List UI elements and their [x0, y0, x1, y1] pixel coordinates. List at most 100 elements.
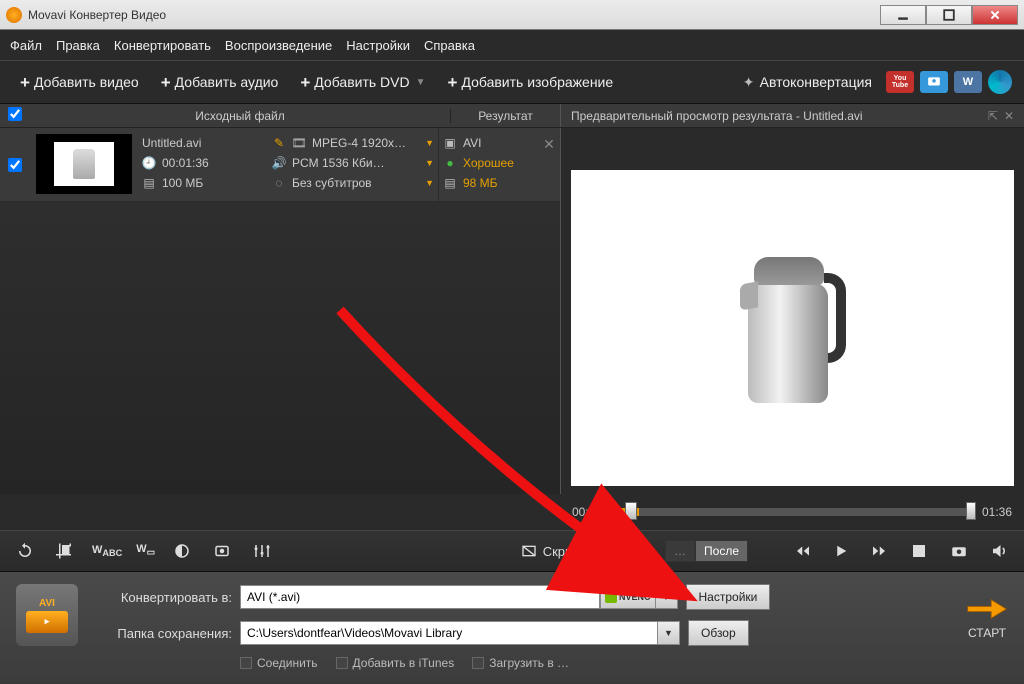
file-out-container: AVI — [463, 136, 481, 150]
menu-play[interactable]: Воспроизведение — [225, 38, 332, 53]
format-settings-button[interactable]: Настройки — [686, 584, 771, 610]
header-source: Исходный файл — [30, 109, 450, 123]
film-icon: 🎞 — [292, 136, 306, 150]
file-duration: 00:01:36 — [162, 156, 209, 170]
format-dropdown-icon[interactable]: ▼ — [656, 585, 678, 609]
stabilize-icon[interactable] — [209, 538, 235, 564]
facebook-icon[interactable] — [920, 71, 948, 93]
file-remove-icon[interactable]: ✕ — [538, 128, 560, 201]
prev-frame-icon[interactable] — [790, 538, 816, 564]
timeline-slider[interactable] — [610, 508, 974, 516]
preview-close-icon[interactable]: ✕ — [1004, 109, 1014, 123]
timeline-knob[interactable] — [625, 502, 637, 520]
file-out-size[interactable]: 98 МБ — [463, 176, 498, 190]
pin-icon[interactable]: ⇱ — [988, 109, 998, 123]
crop-icon[interactable] — [52, 538, 78, 564]
file-checkbox[interactable] — [8, 158, 22, 172]
file-audio-format: PCM 1536 Кби… — [292, 156, 385, 170]
add-dvd-button[interactable]: +Добавить DVD▼ — [292, 70, 433, 95]
fullscreen-icon[interactable] — [906, 538, 932, 564]
add-image-button[interactable]: +Добавить изображение — [440, 70, 622, 95]
snapshot-icon[interactable] — [946, 538, 972, 564]
share-icons: YouTube W — [886, 70, 1012, 94]
add-video-button[interactable]: +Добавить видео — [12, 70, 147, 95]
file-name: Untitled.avi — [142, 136, 201, 150]
timeline-end: 01:36 — [982, 505, 1012, 519]
disk-icon: ▤ — [142, 176, 156, 190]
add-audio-button[interactable]: +Добавить аудио — [153, 70, 287, 95]
hide-player-button[interactable]: Скрыть плеер — [521, 543, 627, 559]
subtitles-icon: ◌ — [272, 176, 286, 190]
main-area: Untitled.avi 🕘00:01:36 ▤100 МБ ✎🎞MPEG-4 … — [0, 128, 1024, 494]
preview-canvas — [571, 170, 1014, 486]
start-button[interactable]: СТАРТ — [966, 596, 1008, 640]
audio-format-dropdown[interactable]: ▼ — [425, 158, 434, 168]
file-thumbnail — [36, 134, 132, 194]
speaker-icon: 🔊 — [272, 156, 286, 170]
video-format-dropdown[interactable]: ▼ — [425, 138, 434, 148]
join-checkbox[interactable]: Соединить — [240, 656, 318, 670]
select-all-checkbox[interactable] — [8, 107, 22, 121]
next-frame-icon[interactable] — [866, 538, 892, 564]
save-path-input[interactable] — [240, 621, 658, 645]
itunes-checkbox[interactable]: Добавить в iTunes — [336, 656, 455, 670]
playback-controls — [790, 538, 892, 564]
file-row[interactable]: Untitled.avi 🕘00:01:36 ▤100 МБ ✎🎞MPEG-4 … — [0, 128, 560, 202]
header-result: Результат — [450, 109, 560, 123]
controls-bar: WABC W▭ Скрыть плеер … После — [0, 530, 1024, 572]
main-toolbar: +Добавить видео +Добавить аудио +Добавит… — [0, 60, 1024, 104]
menu-settings[interactable]: Настройки — [346, 38, 410, 53]
nvenc-badge[interactable]: NVENC — [600, 585, 656, 609]
minimize-button[interactable] — [880, 5, 926, 25]
column-headers: Исходный файл Результат Предварительный … — [0, 104, 1024, 128]
file-list-empty-space — [0, 202, 560, 494]
vk-icon[interactable]: W — [954, 71, 982, 93]
timeline-start: 00:00 — [572, 505, 602, 519]
menu-bar: Файл Правка Конвертировать Воспроизведен… — [0, 30, 1024, 60]
equalizer-icon[interactable] — [249, 538, 275, 564]
file-result-info: ▣AVI ●Хорошее ▤98 МБ — [438, 128, 538, 201]
start-arrow-icon — [966, 596, 1008, 622]
disk-out-icon: ▤ — [443, 176, 457, 190]
rotate-icon[interactable] — [12, 538, 38, 564]
magic-icon: ✦ — [742, 75, 756, 89]
volume-icon[interactable] — [986, 538, 1012, 564]
upload-checkbox[interactable]: Загрузить в … — [472, 656, 569, 670]
window-buttons — [880, 5, 1018, 25]
browse-button[interactable]: Обзор — [688, 620, 749, 646]
brightness-icon[interactable] — [169, 538, 195, 564]
before-after-toggle[interactable]: … После — [665, 540, 748, 562]
save-path-dropdown-icon[interactable]: ▼ — [658, 621, 680, 645]
pencil-icon[interactable]: ✎ — [272, 136, 286, 150]
menu-convert[interactable]: Конвертировать — [114, 38, 211, 53]
app-icon — [6, 7, 22, 23]
window-titlebar: Movavi Конвертер Видео — [0, 0, 1024, 30]
save-to-row: Папка сохранения: ▼ Обзор — [92, 620, 944, 646]
reel-icon[interactable] — [988, 70, 1012, 94]
format-combo[interactable] — [240, 585, 600, 609]
timeline-endmark[interactable] — [966, 502, 976, 520]
output-device-icon[interactable]: AVI ▸ — [16, 584, 78, 646]
before-tab[interactable]: … — [665, 540, 695, 562]
convert-to-label: Конвертировать в: — [92, 590, 232, 605]
autoconvert-button[interactable]: ✦ Автоконвертация — [734, 70, 880, 94]
youtube-icon[interactable]: YouTube — [886, 71, 914, 93]
after-tab[interactable]: После — [695, 540, 748, 562]
maximize-button[interactable] — [926, 5, 972, 25]
file-subtitles: Без субтитров — [292, 176, 372, 190]
preview-pane — [560, 128, 1024, 494]
subtitles-dropdown[interactable]: ▼ — [425, 178, 434, 188]
window-title-text: Movavi Конвертер Видео — [28, 8, 166, 22]
watermark-text-icon[interactable]: WABC — [92, 544, 122, 558]
menu-edit[interactable]: Правка — [56, 38, 100, 53]
file-quality[interactable]: Хорошее — [463, 156, 514, 170]
menu-file[interactable]: Файл — [10, 38, 42, 53]
file-list: Untitled.avi 🕘00:01:36 ▤100 МБ ✎🎞MPEG-4 … — [0, 128, 560, 494]
play-icon[interactable] — [828, 538, 854, 564]
quality-dot-icon: ● — [443, 156, 457, 170]
close-button[interactable] — [972, 5, 1018, 25]
menu-help[interactable]: Справка — [424, 38, 475, 53]
watermark-image-icon[interactable]: W▭ — [136, 543, 155, 558]
file-source-size: 100 МБ — [162, 176, 203, 190]
preview-image — [738, 253, 848, 403]
